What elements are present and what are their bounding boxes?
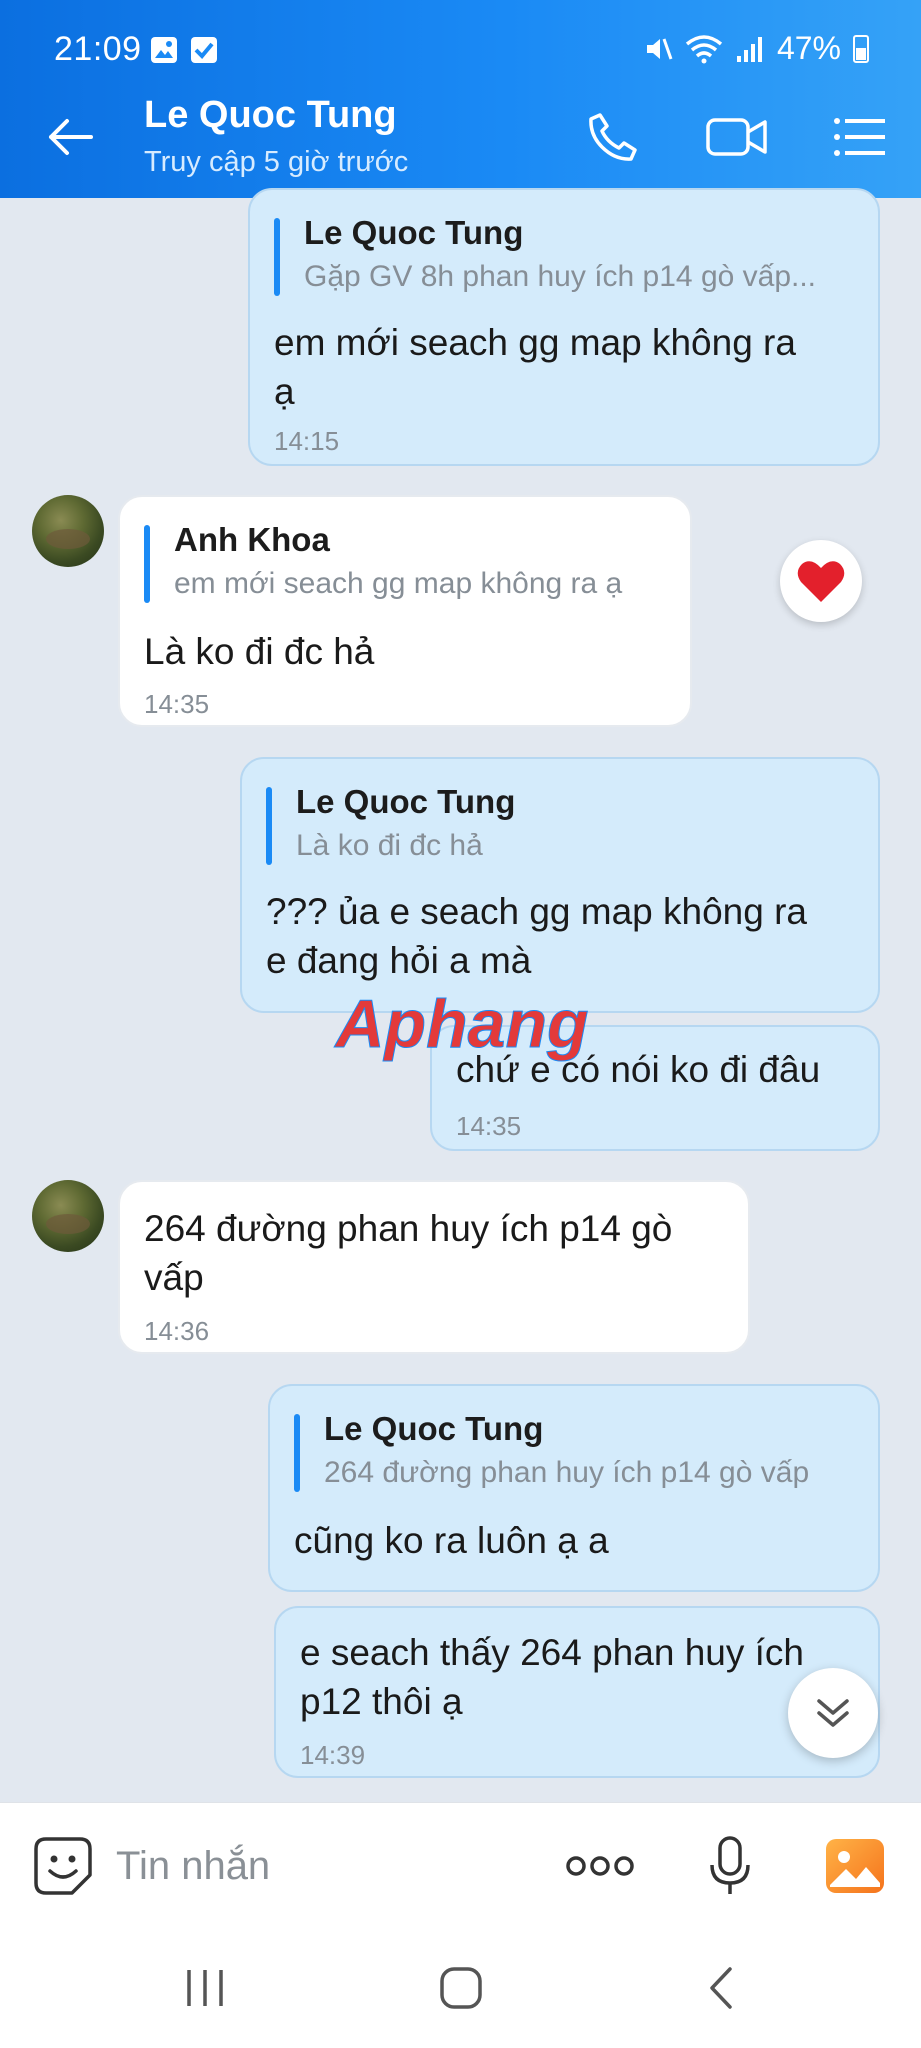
incoming-message[interactable]: Anh Khoa em mới seach gg map không ra ạ … <box>118 495 692 727</box>
quote-text: em mới seach gg map không ra ạ <box>174 567 623 600</box>
message-line: e seach thấy 264 phan huy ích <box>300 1632 804 1673</box>
watermark-logo: Aphang <box>333 986 589 1063</box>
quote-bar <box>274 218 280 296</box>
call-button[interactable] <box>580 104 646 170</box>
back-button[interactable] <box>38 106 100 168</box>
message-line: Là ko đi đc hả <box>144 631 375 672</box>
quote-bar <box>266 787 272 865</box>
message-line: em mới seach gg map không ra <box>274 322 796 363</box>
quote-bar <box>144 525 150 603</box>
message-input[interactable] <box>116 1831 536 1901</box>
home-icon <box>440 1967 482 2009</box>
video-call-button[interactable] <box>704 104 770 170</box>
message-line: e đang hỏi a mà <box>266 940 532 981</box>
reply-quote[interactable]: Le Quoc Tung Gặp GV 8h phan huy ích p14 … <box>274 214 864 304</box>
message-text: e seach thấy 264 phan huy ích p12 thôi ạ <box>300 1628 870 1726</box>
double-chevron-down-icon <box>817 1699 849 1727</box>
outgoing-message[interactable]: Le Quoc Tung 264 đường phan huy ích p14 … <box>268 1384 880 1592</box>
incoming-message[interactable]: 264 đường phan huy ích p14 gò vấp 14:36 <box>118 1180 750 1354</box>
reply-quote[interactable]: Le Quoc Tung Là ko đi đc hả <box>266 783 866 873</box>
outgoing-message[interactable]: e seach thấy 264 phan huy ích p12 thôi ạ… <box>274 1606 880 1778</box>
battery-icon <box>853 34 869 63</box>
microphone-icon <box>710 1836 750 1894</box>
photo-button[interactable] <box>822 1833 888 1899</box>
home-button[interactable] <box>416 1958 506 2018</box>
reply-quote[interactable]: Anh Khoa em mới seach gg map không ra ạ <box>144 521 684 611</box>
sticker-button[interactable] <box>30 1833 96 1899</box>
status-time: 21:09 <box>54 30 142 68</box>
contact-last-seen: Truy cập 5 giờ trước <box>144 146 409 178</box>
status-bar: 21:09 47% <box>0 0 921 76</box>
checkbox-notification-icon <box>191 37 217 63</box>
message-line: vấp <box>144 1257 204 1298</box>
contact-avatar[interactable] <box>32 495 104 567</box>
recent-apps-button[interactable] <box>160 1958 250 2018</box>
mute-icon <box>646 38 673 59</box>
quote-text: Là ko đi đc hả <box>296 829 483 862</box>
quote-text: Gặp GV 8h phan huy ích p14 gò vấp... <box>304 260 817 293</box>
message-text: Là ko đi đc hả <box>144 627 674 676</box>
message-time: 14:39 <box>300 1740 366 1770</box>
video-call-icon <box>706 118 767 156</box>
outgoing-message[interactable]: Le Quoc Tung Gặp GV 8h phan huy ích p14 … <box>248 188 880 466</box>
message-time: 14:36 <box>144 1316 210 1346</box>
quote-author: Le Quoc Tung <box>304 214 524 251</box>
phone-icon <box>589 113 637 161</box>
contact-avatar[interactable] <box>32 1180 104 1252</box>
message-line: cũng ko ra luôn ạ a <box>294 1520 609 1561</box>
recent-apps-icon <box>187 1970 223 2006</box>
message-input-bar <box>0 1802 921 1928</box>
outgoing-message[interactable]: Le Quoc Tung Là ko đi đc hả ??? ủa e sea… <box>240 757 880 1013</box>
sticker-smiley-icon <box>34 1837 92 1895</box>
system-back-button[interactable] <box>676 1958 766 2018</box>
message-line: 264 đường phan huy ích p14 gò <box>144 1208 673 1249</box>
more-options-button[interactable] <box>560 1843 640 1889</box>
battery-level: 47% <box>776 30 841 66</box>
scroll-to-bottom-button[interactable] <box>788 1668 878 1758</box>
voice-message-button[interactable] <box>700 1829 760 1903</box>
svg-text:Aphang: Aphang <box>333 986 588 1062</box>
reply-quote[interactable]: Le Quoc Tung 264 đường phan huy ích p14 … <box>294 1410 866 1500</box>
message-line: p12 thôi ạ <box>300 1681 463 1722</box>
top-header: 21:09 47% Le Quoc Tung Truy cập 5 giờ tr… <box>0 0 921 198</box>
message-text: ??? ủa e seach gg map không ra e đang hỏ… <box>266 887 872 985</box>
chevron-left-icon <box>710 1967 732 2009</box>
more-dots-icon <box>566 1856 634 1876</box>
quote-author: Anh Khoa <box>174 521 330 558</box>
back-arrow-icon <box>49 119 93 155</box>
app-bar: Le Quoc Tung Truy cập 5 giờ trước <box>0 76 921 198</box>
message-text: em mới seach gg map không ra ạ <box>274 318 874 416</box>
quote-text: 264 đường phan huy ích p14 gò vấp <box>324 1456 810 1489</box>
message-time: 14:35 <box>456 1111 522 1141</box>
heart-icon <box>797 561 845 602</box>
gallery-notification-icon <box>151 37 177 63</box>
message-text: cũng ko ra luôn ạ a <box>294 1516 864 1565</box>
gallery-image-icon <box>826 1839 884 1893</box>
wifi-icon <box>685 34 723 63</box>
status-right: 47% <box>643 30 869 67</box>
signal-icon <box>736 36 762 62</box>
message-line: ??? ủa e seach gg map không ra <box>266 891 807 932</box>
system-navigation-bar <box>0 1928 921 2048</box>
contact-name[interactable]: Le Quoc Tung <box>144 94 397 137</box>
message-time: 14:15 <box>274 426 340 456</box>
reaction-button[interactable] <box>780 540 862 622</box>
quote-author: Le Quoc Tung <box>296 783 516 820</box>
message-line: ạ <box>274 371 295 412</box>
menu-list-icon <box>834 118 885 156</box>
message-text: 264 đường phan huy ích p14 gò vấp <box>144 1204 744 1302</box>
quote-bar <box>294 1414 300 1492</box>
menu-button[interactable] <box>826 104 892 170</box>
message-time: 14:35 <box>144 689 210 719</box>
quote-author: Le Quoc Tung <box>324 1410 544 1447</box>
